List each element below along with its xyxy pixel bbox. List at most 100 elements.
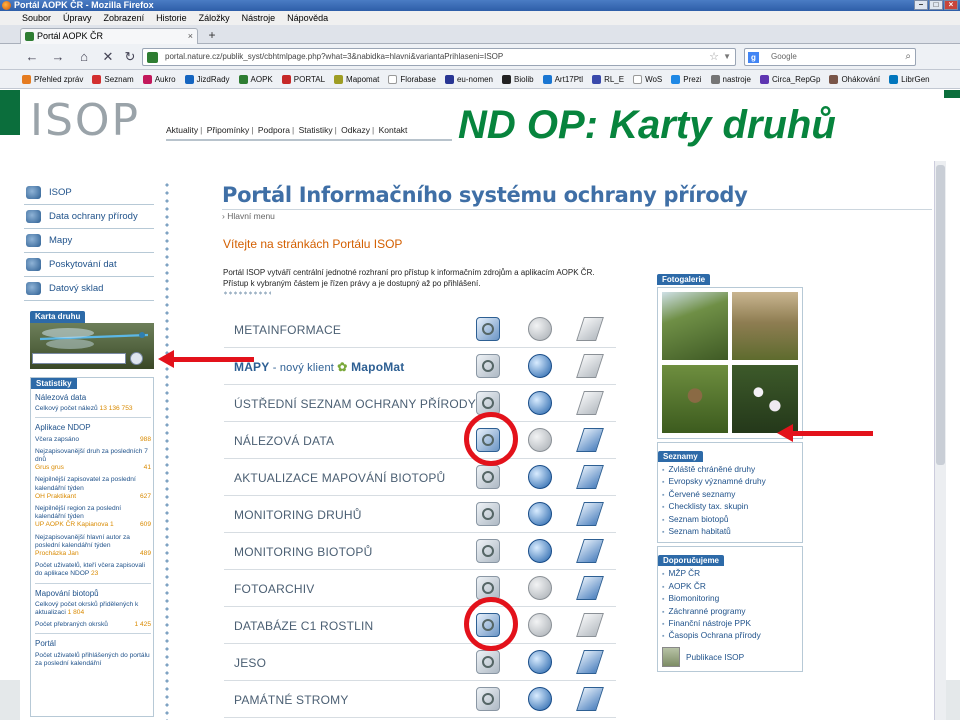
bookmark-item[interactable]: nastroje (710, 70, 751, 88)
close-button[interactable]: × (944, 0, 958, 10)
seznam-link[interactable]: Zvláště chráněné druhy (662, 464, 802, 476)
bookmark-item[interactable]: JizdRady (184, 70, 230, 88)
map-globe-icon[interactable] (528, 465, 552, 489)
edit-document-icon[interactable] (576, 576, 604, 600)
menu-upravy[interactable]: Úpravy (63, 11, 92, 25)
bookmark-item[interactable]: Přehled zpráv (22, 70, 83, 88)
nav-kontakt[interactable]: Kontakt (379, 125, 408, 135)
bookmark-item[interactable]: Aukro (142, 70, 176, 88)
url-bar[interactable]: portal.nature.cz/publik_syst/cbhtmlpage.… (142, 48, 736, 66)
publikace-link[interactable]: Publikace ISOP (662, 646, 802, 667)
home-icon[interactable]: ⌂ (76, 49, 92, 65)
edit-document-icon[interactable] (576, 687, 604, 711)
edit-document-icon[interactable] (576, 539, 604, 563)
edit-document-icon[interactable] (576, 502, 604, 526)
google-icon[interactable]: g (748, 52, 759, 63)
map-globe-icon[interactable] (528, 539, 552, 563)
bookmark-item[interactable]: Circa_RepGp (759, 70, 820, 88)
app-name[interactable]: MONITORING BIOTOPŮ (234, 545, 373, 559)
map-globe-icon[interactable] (528, 650, 552, 674)
back-icon[interactable]: ← (24, 49, 40, 65)
search-icon[interactable]: ⌕ (905, 49, 911, 65)
map-globe-icon[interactable] (528, 391, 552, 415)
tab-close-icon[interactable]: × (188, 29, 193, 44)
bookmark-item[interactable]: Seznam (92, 70, 134, 88)
bookmark-item[interactable]: Mapomat (334, 70, 379, 88)
menu-zalozky[interactable]: Záložky (199, 11, 230, 25)
seznam-link[interactable]: Seznam habitatů (662, 526, 802, 538)
recommended-link[interactable]: Záchranné programy (662, 606, 802, 618)
maximize-button[interactable]: □ (929, 0, 943, 10)
app-name[interactable]: FOTOARCHIV (234, 582, 314, 596)
map-globe-icon[interactable] (528, 687, 552, 711)
recommended-link[interactable]: Biomonitoring (662, 593, 802, 605)
recommended-link[interactable]: Finanční nástroje PPK (662, 618, 802, 630)
bookmark-item[interactable]: AOPK (238, 70, 273, 88)
species-search-input[interactable] (32, 353, 126, 364)
app-name[interactable]: PAMÁTNÉ STROMY (234, 693, 349, 707)
menu-napoveda[interactable]: Nápověda (287, 11, 328, 25)
left-menu-item-data[interactable]: Data ochrany přírody (24, 205, 154, 229)
browser-tab[interactable]: Portál AOPK ČR × (20, 28, 198, 44)
left-menu-item-sklad[interactable]: Datový sklad (24, 277, 154, 301)
breadcrumb[interactable]: › Hlavní menu (222, 211, 275, 221)
bookmark-item[interactable]: PORTAL (281, 70, 325, 88)
bookmark-item[interactable]: LibrGen (889, 70, 930, 88)
nav-odkazy[interactable]: Odkazy (341, 125, 370, 135)
app-name[interactable]: NÁLEZOVÁ DATA (234, 434, 334, 448)
seznam-link[interactable]: Seznam biotopů (662, 514, 802, 526)
nav-aktuality[interactable]: Aktuality (166, 125, 198, 135)
gallery-photo[interactable] (662, 292, 728, 360)
bookmark-item[interactable]: RL_E (592, 70, 624, 88)
recommended-link[interactable]: MŽP ČR (662, 568, 802, 580)
bookmark-item[interactable]: Florabase (388, 70, 436, 88)
gallery-photo[interactable] (732, 292, 798, 360)
search-app-icon[interactable] (476, 317, 500, 341)
bookmark-item[interactable]: Art17Ptl (542, 70, 583, 88)
app-name[interactable]: MAPY - nový klient ✿ MapoMat (234, 360, 405, 374)
recommended-link[interactable]: Časopis Ochrana přírody (662, 630, 802, 642)
species-search-button[interactable] (130, 352, 143, 365)
seznam-link[interactable]: Checklisty tax. skupin (662, 501, 802, 513)
bookmark-item[interactable]: Prezi (671, 70, 702, 88)
bookmark-item[interactable]: Biolib (502, 70, 534, 88)
nav-podpora[interactable]: Podpora (258, 125, 290, 135)
url-dropdown-icon[interactable]: ▼ (723, 49, 731, 65)
forward-icon[interactable]: → (50, 49, 66, 65)
page-scrollbar[interactable] (934, 161, 946, 720)
left-menu-item-mapy[interactable]: Mapy (24, 229, 154, 253)
menu-historie[interactable]: Historie (156, 11, 187, 25)
app-name[interactable]: JESO (234, 656, 266, 670)
edit-document-icon[interactable] (576, 650, 604, 674)
nav-statistiky[interactable]: Statistiky (299, 125, 333, 135)
menu-soubor[interactable]: Soubor (22, 11, 51, 25)
bookmark-item[interactable]: Ohákování (829, 70, 880, 88)
bookmark-item[interactable]: eu-nomen (444, 70, 493, 88)
gallery-photo[interactable] (732, 365, 798, 433)
app-name[interactable]: AKTUALIZACE MAPOVÁNÍ BIOTOPŮ (234, 471, 445, 485)
site-identity-icon[interactable] (147, 52, 158, 63)
menu-nastroje[interactable]: Nástroje (242, 11, 276, 25)
seznam-link[interactable]: Evropsky významné druhy (662, 476, 802, 488)
app-name[interactable]: DATABÁZE C1 ROSTLIN (234, 619, 373, 633)
edit-document-icon[interactable] (576, 428, 604, 452)
isop-logo[interactable]: ISOP (30, 95, 140, 146)
minimize-button[interactable]: – (914, 0, 928, 10)
app-name[interactable]: MONITORING DRUHŮ (234, 508, 362, 522)
stop-icon[interactable]: ✕ (100, 49, 116, 65)
seznam-link[interactable]: Červené seznamy (662, 489, 802, 501)
edit-document-icon[interactable] (576, 465, 604, 489)
left-menu-item-isop[interactable]: ISOP (24, 181, 154, 205)
bookmark-star-icon[interactable]: ☆ (709, 49, 719, 65)
gallery-photo[interactable] (662, 365, 728, 433)
scrollbar-thumb[interactable] (936, 165, 945, 465)
search-bar[interactable]: g Google ⌕ (744, 48, 916, 66)
bookmark-item[interactable]: WoS (633, 70, 662, 88)
map-globe-icon[interactable] (528, 354, 552, 378)
menu-zobrazeni[interactable]: Zobrazení (104, 11, 145, 25)
nav-pripominky[interactable]: Připomínky (207, 125, 250, 135)
recommended-link[interactable]: AOPK ČR (662, 581, 802, 593)
new-tab-button[interactable]: + (202, 29, 222, 43)
left-menu-item-poskytovani[interactable]: Poskytování dat (24, 253, 154, 277)
app-name[interactable]: METAINFORMACE (234, 323, 341, 337)
